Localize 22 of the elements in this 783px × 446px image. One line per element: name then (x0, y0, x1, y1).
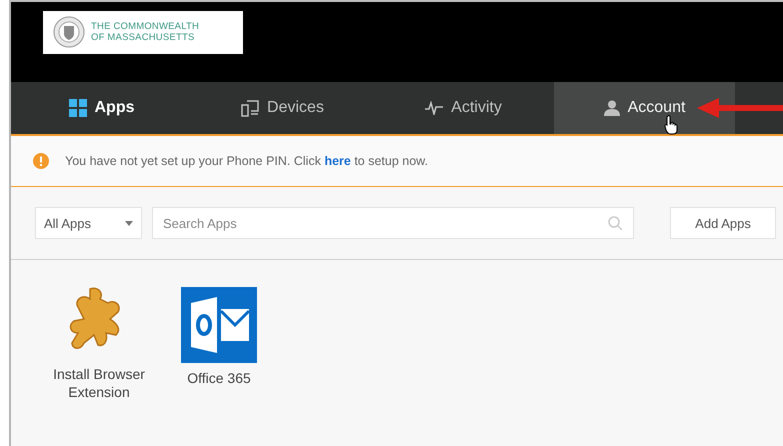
nav-tab[interactable]: Activity (373, 82, 554, 134)
seal-icon (53, 16, 85, 48)
pulse-icon (425, 101, 444, 115)
search-field[interactable]: Search Apps (152, 207, 634, 239)
alert-message: You have not yet set up your Phone PIN. Click here to setup now. (65, 154, 428, 168)
nav-tab[interactable]: Apps (11, 82, 192, 134)
mail-app-icon (181, 287, 257, 363)
logo-text: OF MASSACHUSETTS (91, 32, 196, 43)
filter-dropdown[interactable]: All Apps (35, 207, 142, 239)
nav-tab[interactable]: Account (554, 82, 735, 134)
grid-icon (68, 99, 86, 117)
search-icon (608, 216, 622, 230)
user-icon (604, 100, 620, 116)
devices-icon (241, 99, 260, 117)
nav-tab[interactable]: Devices (192, 82, 373, 134)
app-name[interactable]: Install Browser Extension (44, 365, 154, 401)
setup-link[interactable]: here (324, 154, 351, 168)
warning-icon (33, 153, 49, 169)
app-name[interactable]: Office 365 (164, 369, 274, 387)
add-apps-button[interactable]: Add Apps (670, 207, 776, 239)
caret-icon (125, 220, 133, 226)
logo-text: THE COMMONWEALTH (91, 21, 200, 32)
